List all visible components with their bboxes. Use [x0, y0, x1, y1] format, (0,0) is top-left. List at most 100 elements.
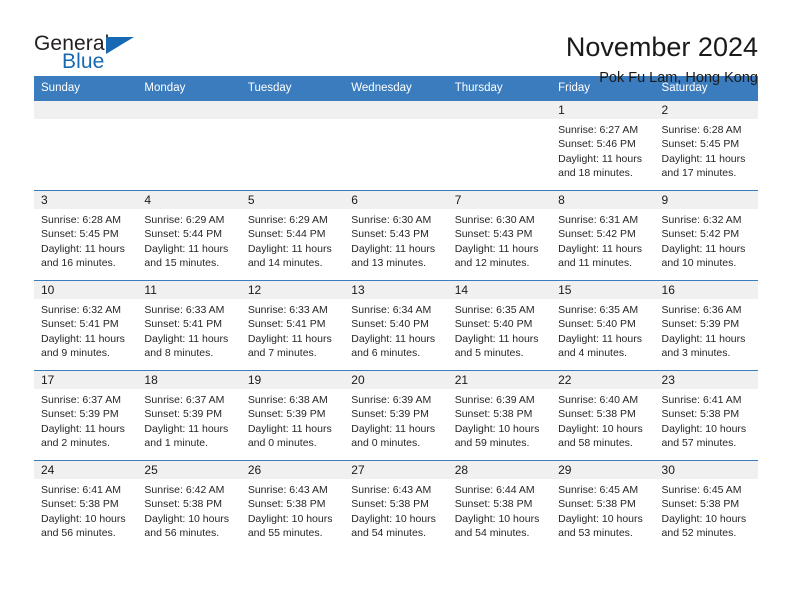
sun-times: Sunrise: 6:33 AM Sunset: 5:41 PM Daylight:… [241, 299, 344, 361]
sun-times-line: and 7 minutes. [247, 347, 317, 360]
sun-times-line: Sunrise: 6:41 AM [661, 394, 742, 406]
day-cell-18[interactable]: 18 Sunrise: 6:37 AM Sunset: 5:39 PM Dayligh… [137, 370, 241, 461]
day-cell-28[interactable]: 28 Sunrise: 6:44 AM Sunset: 5:38 PM Dayligh… [447, 460, 552, 551]
sun-times-line: Daylight: 11 hours [144, 332, 229, 345]
sun-times-line: Sunset: 5:41 PM [247, 318, 326, 331]
day-cell-content: 4 Sunrise: 6:29 AM Sunset: 5:44 PM Daylight… [137, 191, 241, 280]
day-cell-15[interactable]: 15 Sunrise: 6:35 AM Sunset: 5:40 PM Dayligh… [551, 280, 655, 371]
sun-times-line: and 59 minutes. [454, 437, 530, 450]
sun-times-line: Sunrise: 6:33 AM [144, 304, 225, 316]
day-number: 27 [344, 461, 448, 479]
sun-times-line: Sunrise: 6:35 AM [558, 304, 639, 316]
day-cell-27[interactable]: 27 Sunrise: 6:43 AM Sunset: 5:38 PM Dayligh… [344, 460, 448, 551]
day-cell-20[interactable]: 20 Sunrise: 6:39 AM Sunset: 5:39 PM Dayligh… [344, 370, 448, 461]
sun-times-line: Sunrise: 6:30 AM [351, 214, 432, 226]
sun-times-line: and 14 minutes. [247, 257, 323, 270]
sun-times-line: Daylight: 11 hours [41, 332, 125, 345]
day-cell-empty [240, 100, 345, 191]
sun-times-line: Sunset: 5:38 PM [558, 498, 636, 511]
day-cell-21[interactable]: 21 Sunrise: 6:39 AM Sunset: 5:38 PM Dayligh… [447, 370, 552, 461]
sun-times-line: Daylight: 11 hours [454, 242, 539, 255]
general-blue-logo[interactable]: General Blue [34, 32, 154, 80]
day-cell-10[interactable]: 10 Sunrise: 6:32 AM Sunset: 5:41 PM Dayligh… [34, 280, 138, 371]
sun-times-line: Daylight: 11 hours [661, 332, 746, 345]
day-cell-30[interactable]: 30 Sunrise: 6:45 AM Sunset: 5:38 PM Dayligh… [654, 460, 758, 551]
sun-times-line: Sunset: 5:38 PM [454, 498, 533, 511]
day-cell-empty [447, 100, 552, 191]
day-cell-11[interactable]: 11 Sunrise: 6:33 AM Sunset: 5:41 PM Dayligh… [137, 280, 241, 371]
day-number: 20 [344, 371, 448, 389]
sun-times-line: Sunset: 5:39 PM [41, 408, 119, 421]
day-cell-8[interactable]: 8 Sunrise: 6:31 AM Sunset: 5:42 PM Daylight… [551, 190, 655, 281]
day-number: 17 [34, 371, 138, 389]
sun-times-line: Sunrise: 6:41 AM [41, 484, 121, 496]
sun-times-line: Daylight: 10 hours [351, 512, 436, 525]
day-cell-12[interactable]: 12 Sunrise: 6:33 AM Sunset: 5:41 PM Dayligh… [240, 280, 345, 371]
calendar-body: 1 Sunrise: 6:27 AM Sunset: 5:46 PM Daylight… [34, 100, 758, 551]
sun-times-line: Sunset: 5:42 PM [661, 228, 740, 241]
day-cell-6[interactable]: 6 Sunrise: 6:30 AM Sunset: 5:43 PM Daylight… [344, 190, 448, 281]
sun-times: Sunrise: 6:43 AM Sunset: 5:38 PM Daylight:… [241, 479, 344, 541]
day-cell-2[interactable]: 2 Sunrise: 6:28 AM Sunset: 5:45 PM Daylight… [654, 100, 758, 191]
sun-times-line: Sunset: 5:45 PM [661, 138, 740, 151]
sun-times-line: Daylight: 11 hours [661, 242, 746, 255]
day-number: 13 [344, 281, 448, 299]
sun-times-line: Sunset: 5:39 PM [247, 408, 326, 421]
sun-times-line: and 58 minutes. [558, 437, 633, 450]
day-cell-content: 22 Sunrise: 6:40 AM Sunset: 5:38 PM Dayligh… [551, 371, 655, 460]
day-cell-16[interactable]: 16 Sunrise: 6:36 AM Sunset: 5:39 PM Dayligh… [654, 280, 758, 371]
sun-times-line: Sunset: 5:38 PM [661, 408, 740, 421]
sun-times-line: Daylight: 10 hours [247, 512, 333, 525]
sun-times-line: and 16 minutes. [41, 257, 116, 270]
day-number: 12 [240, 281, 345, 299]
day-cell-7[interactable]: 7 Sunrise: 6:30 AM Sunset: 5:43 PM Daylight… [447, 190, 552, 281]
day-cell-1[interactable]: 1 Sunrise: 6:27 AM Sunset: 5:46 PM Daylight… [551, 100, 655, 191]
sun-times: Sunrise: 6:32 AM Sunset: 5:41 PM Daylight:… [34, 299, 137, 361]
day-cell-23[interactable]: 23 Sunrise: 6:41 AM Sunset: 5:38 PM Dayligh… [654, 370, 758, 461]
day-number: 3 [34, 191, 138, 209]
day-cell-29[interactable]: 29 Sunrise: 6:45 AM Sunset: 5:38 PM Dayligh… [551, 460, 655, 551]
sun-times-line: Daylight: 10 hours [558, 512, 643, 525]
day-number: 19 [240, 371, 345, 389]
day-cell-13[interactable]: 13 Sunrise: 6:34 AM Sunset: 5:40 PM Dayligh… [344, 280, 448, 371]
day-cell-content: 13 Sunrise: 6:34 AM Sunset: 5:40 PM Dayligh… [344, 281, 448, 370]
day-cell-3[interactable]: 3 Sunrise: 6:28 AM Sunset: 5:45 PM Daylight… [34, 190, 138, 281]
sun-times: Sunrise: 6:28 AM Sunset: 5:45 PM Daylight:… [34, 209, 137, 271]
sun-times-line: Sunrise: 6:36 AM [661, 304, 742, 316]
sun-times: Sunrise: 6:40 AM Sunset: 5:38 PM Daylight:… [551, 389, 654, 451]
day-cell-26[interactable]: 26 Sunrise: 6:43 AM Sunset: 5:38 PM Dayligh… [240, 460, 345, 551]
sun-times-line: Daylight: 10 hours [144, 512, 230, 525]
day-number: 26 [240, 461, 345, 479]
day-cell-5[interactable]: 5 Sunrise: 6:29 AM Sunset: 5:44 PM Daylight… [240, 190, 345, 281]
sun-times: Sunrise: 6:33 AM Sunset: 5:41 PM Daylight:… [137, 299, 240, 361]
day-cell-25[interactable]: 25 Sunrise: 6:42 AM Sunset: 5:38 PM Dayligh… [137, 460, 241, 551]
day-cell-4[interactable]: 4 Sunrise: 6:29 AM Sunset: 5:44 PM Daylight… [137, 190, 241, 281]
day-cell-content: 27 Sunrise: 6:43 AM Sunset: 5:38 PM Dayligh… [344, 461, 448, 551]
day-cell-19[interactable]: 19 Sunrise: 6:38 AM Sunset: 5:39 PM Dayligh… [240, 370, 345, 461]
sun-times-line: and 0 minutes. [247, 437, 317, 450]
day-cell-17[interactable]: 17 Sunrise: 6:37 AM Sunset: 5:39 PM Dayligh… [34, 370, 138, 461]
sun-times-line: Sunset: 5:38 PM [454, 408, 533, 421]
day-cell-content [34, 101, 138, 190]
sun-times-line: Sunset: 5:44 PM [247, 228, 326, 241]
day-cell-24[interactable]: 24 Sunrise: 6:41 AM Sunset: 5:38 PM Dayligh… [34, 460, 138, 551]
sun-times-line: Sunrise: 6:33 AM [247, 304, 328, 316]
sun-times-line: Sunrise: 6:30 AM [454, 214, 535, 226]
sun-times: Sunrise: 6:37 AM Sunset: 5:39 PM Daylight:… [34, 389, 137, 451]
day-cell-content: 9 Sunrise: 6:32 AM Sunset: 5:42 PM Daylight… [654, 191, 758, 280]
day-number: 14 [447, 281, 552, 299]
sun-times-line: Sunrise: 6:45 AM [558, 484, 639, 496]
day-cell-9[interactable]: 9 Sunrise: 6:32 AM Sunset: 5:42 PM Daylight… [654, 190, 758, 281]
day-cell-14[interactable]: 14 Sunrise: 6:35 AM Sunset: 5:40 PM Dayligh… [447, 280, 552, 371]
sun-times-line: Daylight: 10 hours [661, 422, 747, 435]
weekday-header-thursday: Thursday [447, 76, 552, 101]
day-cell-content: 15 Sunrise: 6:35 AM Sunset: 5:40 PM Dayligh… [551, 281, 655, 370]
sun-times-line: Daylight: 10 hours [454, 422, 540, 435]
day-cell-content: 18 Sunrise: 6:37 AM Sunset: 5:39 PM Dayligh… [137, 371, 241, 460]
sun-times [448, 119, 551, 123]
day-cell-content: 19 Sunrise: 6:38 AM Sunset: 5:39 PM Dayligh… [240, 371, 345, 460]
day-cell-content [344, 101, 448, 190]
day-cell-22[interactable]: 22 Sunrise: 6:40 AM Sunset: 5:38 PM Dayligh… [551, 370, 655, 461]
sun-times-line: Sunset: 5:39 PM [144, 408, 223, 421]
calendar-week-row: 1 Sunrise: 6:27 AM Sunset: 5:46 PM Daylight… [34, 100, 758, 191]
